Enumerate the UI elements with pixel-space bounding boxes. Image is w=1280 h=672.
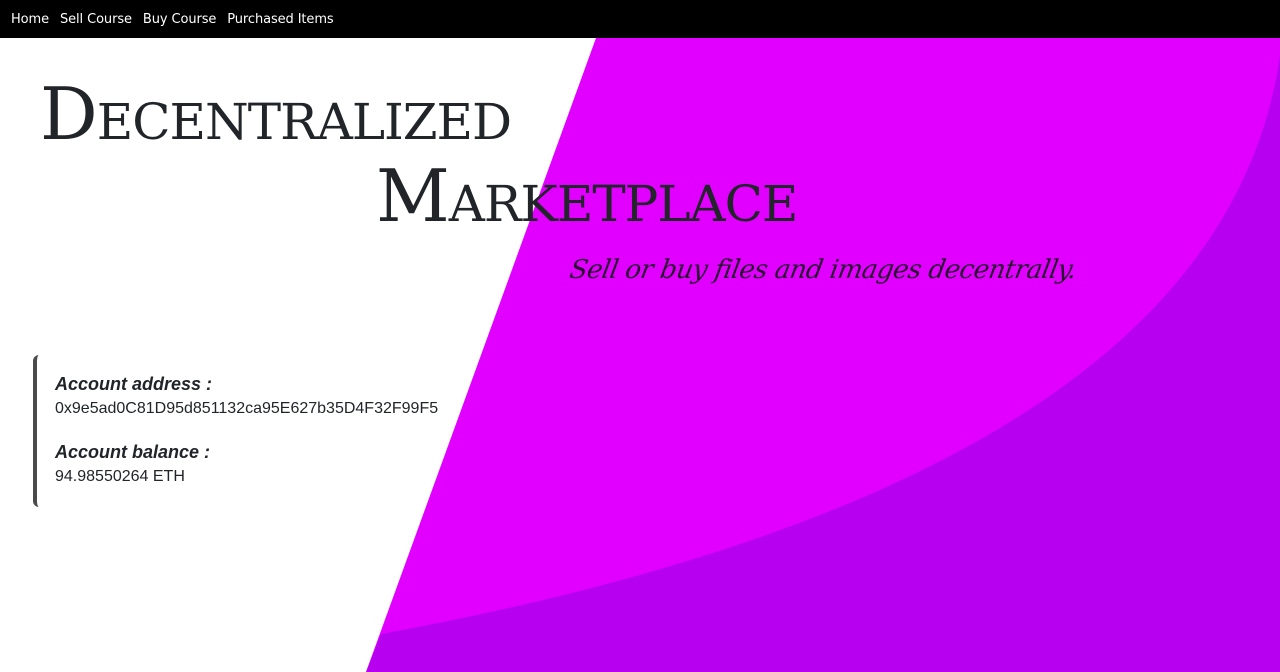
- account-info-panel: Account address : 0x9e5ad0C81D95d851132c…: [33, 355, 473, 507]
- account-balance-label: Account balance :: [55, 442, 211, 462]
- nav-buy-course-link[interactable]: Buy Course: [143, 12, 216, 27]
- hero-title-line-1: Decentralized: [40, 72, 512, 156]
- nav-sell-course-link[interactable]: Sell Course: [60, 12, 132, 27]
- account-balance-value: 94.98550264 ETH: [55, 468, 185, 485]
- account-address-label: Account address :: [55, 374, 213, 394]
- account-address-value: 0x9e5ad0C81D95d851132ca95E627b35D4F32F99…: [55, 400, 439, 417]
- hero-tagline: Sell or buy files and images decentrally…: [567, 255, 1079, 285]
- top-navbar: Home Sell Course Buy Course Purchased It…: [0, 0, 1280, 38]
- hero-title-line-2: Marketplace: [376, 154, 798, 238]
- nav-home-link[interactable]: Home: [11, 12, 49, 27]
- nav-purchased-items-link[interactable]: Purchased Items: [227, 12, 333, 27]
- page: Home Sell Course Buy Course Purchased It…: [0, 0, 1280, 672]
